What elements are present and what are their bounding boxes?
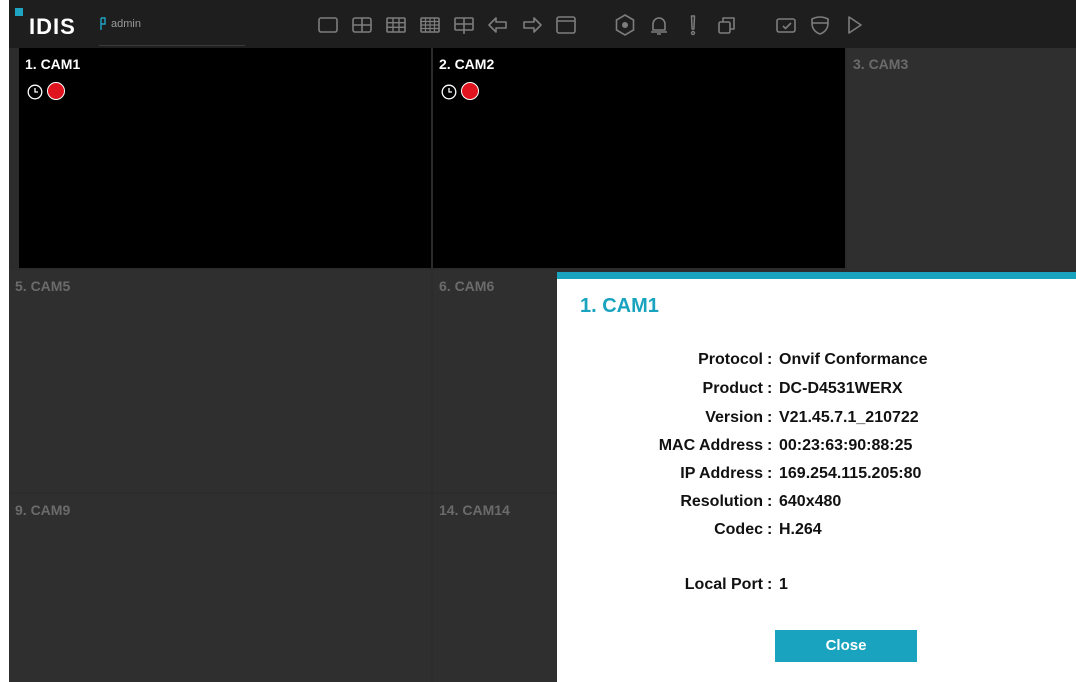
info-row-version: Version: V21.45.7.1_210722 xyxy=(557,407,1076,429)
top-toolbar: IDIS admin xyxy=(9,0,1076,48)
camera-label: 6. CAM6 xyxy=(439,278,495,294)
previous-group-icon[interactable] xyxy=(486,13,510,37)
info-key: IP Address xyxy=(680,465,763,482)
info-row-local-port: Local Port:1 xyxy=(557,574,1076,596)
brand-logo: IDIS xyxy=(15,8,95,40)
close-button[interactable]: Close xyxy=(775,630,917,662)
record-indicator-icon xyxy=(47,82,65,100)
shield-icon[interactable] xyxy=(808,13,832,37)
info-key: Protocol xyxy=(698,351,763,368)
info-separator: : xyxy=(767,576,773,593)
user-icon xyxy=(100,17,106,30)
camera-info-dialog: 1. CAM1 Protocol: Onvif Conformance Produ… xyxy=(557,272,1076,682)
camera-tile-2[interactable]: 2. CAM2 xyxy=(433,48,845,268)
window-icon[interactable] xyxy=(554,13,578,37)
nvr-application: IDIS admin 1. CAM1 2. CAM2 3. CAM3 5. CA… xyxy=(9,0,1076,682)
info-value: 00:23:63:90:88:25 xyxy=(779,437,913,454)
camera-tile-6[interactable]: 6. CAM6 xyxy=(433,270,557,492)
record-indicator-icon xyxy=(461,82,479,100)
alert-icon[interactable] xyxy=(681,13,705,37)
info-row-codec: Codec: H.264 xyxy=(557,519,1076,541)
info-row-resolution: Resolution:640x480 xyxy=(557,491,1076,513)
dialog-title: 1. CAM1 xyxy=(580,295,659,317)
camera-label: 2. CAM2 xyxy=(439,56,495,72)
info-separator: : xyxy=(767,493,773,510)
camera-label: 5. CAM5 xyxy=(15,278,71,294)
camera-label: 14. CAM14 xyxy=(439,502,510,518)
camera-tile-14[interactable]: 14. CAM14 xyxy=(433,494,557,682)
layout-2x2-icon[interactable] xyxy=(350,13,374,37)
info-key: Local Port xyxy=(684,576,763,593)
camera-label: 9. CAM9 xyxy=(15,502,71,518)
camera-label: 3. CAM3 xyxy=(853,56,909,72)
info-value: 169.254.115.205:80 xyxy=(779,465,922,482)
layout-4x4-icon[interactable] xyxy=(418,13,442,37)
info-separator: : xyxy=(767,409,773,426)
camera-tile-9[interactable]: 9. CAM9 xyxy=(9,494,431,682)
logo-mark xyxy=(15,8,23,16)
camera-status xyxy=(441,82,491,104)
info-value: DC-D4531WERX xyxy=(779,380,903,397)
info-key: Resolution xyxy=(680,493,763,510)
layout-1x1-icon[interactable] xyxy=(316,13,340,37)
clock-icon xyxy=(441,84,457,100)
clock-icon xyxy=(27,84,43,100)
export-icon[interactable] xyxy=(774,13,798,37)
camera-label: 1. CAM1 xyxy=(25,56,81,72)
info-key: Codec xyxy=(714,521,763,538)
info-row-protocol: Protocol: Onvif Conformance xyxy=(557,349,1076,371)
info-value: Onvif Conformance xyxy=(779,351,928,368)
camera-tile-3[interactable]: 3. CAM3 xyxy=(847,48,1076,270)
camera-tile-5[interactable]: 5. CAM5 xyxy=(9,270,431,492)
user-info[interactable]: admin xyxy=(99,10,245,46)
info-separator: : xyxy=(767,521,773,538)
camera-tile-1[interactable]: 1. CAM1 xyxy=(19,48,431,268)
info-key: Product xyxy=(702,380,763,397)
info-value: 1 xyxy=(779,576,788,593)
camera-menu-icon[interactable] xyxy=(613,13,637,37)
camera-status xyxy=(27,82,77,104)
info-separator: : xyxy=(767,437,773,454)
layout-custom-icon[interactable] xyxy=(452,13,476,37)
info-separator: : xyxy=(767,465,773,482)
play-icon[interactable] xyxy=(842,13,866,37)
layout-3x3-icon[interactable] xyxy=(384,13,408,37)
info-key: Version xyxy=(705,409,763,426)
brand-name: IDIS xyxy=(29,14,76,39)
info-separator: : xyxy=(767,380,773,397)
info-value: 640x480 xyxy=(779,493,842,510)
info-value: H.264 xyxy=(779,521,822,538)
info-key: MAC Address xyxy=(658,437,763,454)
info-value: V21.45.7.1_210722 xyxy=(779,409,919,426)
info-row-product: Product: DC-D4531WERX xyxy=(557,378,1076,400)
info-row-ip-address: IP Address:169.254.115.205:80 xyxy=(557,463,1076,485)
next-group-icon[interactable] xyxy=(520,13,544,37)
info-separator: : xyxy=(767,351,773,368)
info-row-mac-address: MAC Address:00:23:63:90:88:25 xyxy=(557,435,1076,457)
user-name: admin xyxy=(111,18,141,30)
copy-icon[interactable] xyxy=(715,13,739,37)
alarm-bell-icon[interactable] xyxy=(647,13,671,37)
